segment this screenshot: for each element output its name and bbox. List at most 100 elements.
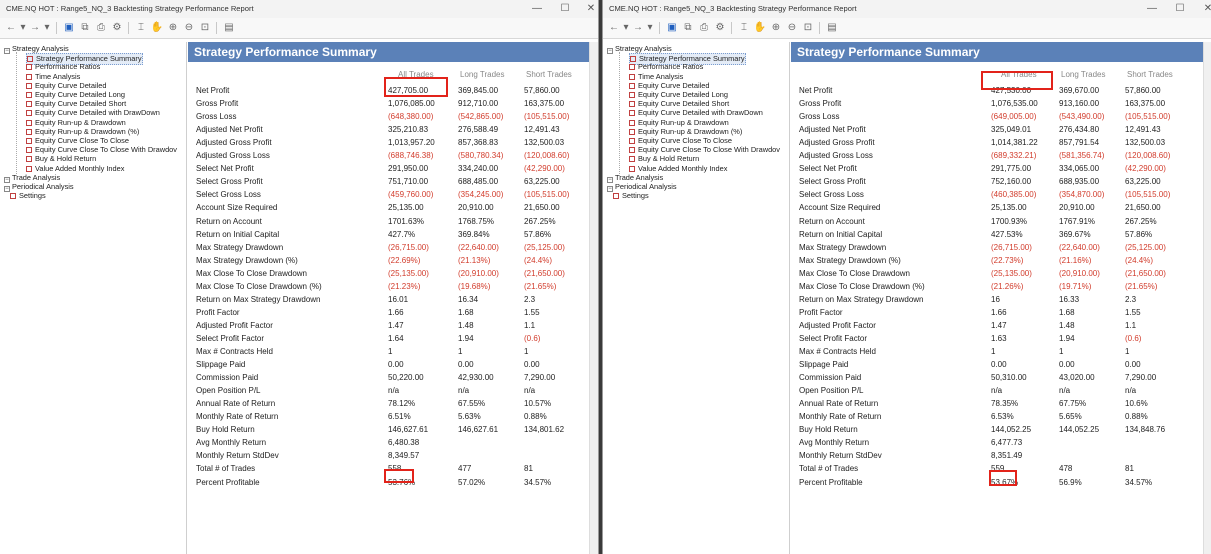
save-icon[interactable]: ▣ (665, 20, 679, 36)
cell-short: (105,515.00) (524, 112, 570, 122)
minimize-button[interactable]: — (1141, 2, 1163, 16)
cell-short: 12,491.43 (524, 125, 560, 135)
cell-all: 1.47 (388, 320, 404, 330)
net-profit-highlight (384, 77, 448, 97)
fit-icon[interactable]: ⊡ (198, 20, 212, 36)
cell-long: (20,910.00) (1059, 268, 1100, 278)
tree-item-label: Equity Run-up & Drawdown (35, 117, 126, 127)
print-icon[interactable]: ⎙ (697, 20, 711, 36)
hand-icon[interactable]: ✋ (150, 20, 164, 36)
row-label: Slippage Paid (196, 360, 246, 370)
cell-all: 1.47 (991, 320, 1007, 330)
cursor-icon[interactable]: ⌶ (737, 20, 751, 36)
cell-short: 0.00 (1125, 360, 1141, 370)
cell-long: 478 (1059, 464, 1073, 474)
row-label: Annual Rate of Return (799, 399, 879, 409)
dropdown-icon[interactable]: ▾ (40, 20, 54, 36)
tree-item[interactable]: Settings (613, 191, 649, 201)
cell-short: 2.3 (524, 294, 536, 304)
settings-icon[interactable]: ⚙ (110, 20, 124, 36)
cell-all: 25,135.00 (388, 203, 424, 213)
cell-long: 5.65% (1059, 412, 1082, 422)
report-icon (630, 56, 636, 63)
tree-item[interactable]: Settings (10, 191, 46, 201)
cell-all: 6.51% (388, 412, 411, 422)
tree-item-label: Strategy Analysis (12, 44, 69, 53)
table-row: Max Strategy Drawdown (26,715.00) (22,640.… (791, 241, 1204, 254)
cell-long: 1767.91% (1059, 216, 1096, 226)
chart-icon[interactable]: ▤ (825, 20, 839, 36)
summary-panel: Strategy Performance Summary All Trades … (791, 42, 1204, 554)
cell-short: 267.25% (524, 216, 556, 226)
fit-icon[interactable]: ⊡ (801, 20, 815, 36)
table-row: Open Position P/L n/a n/a n/a (188, 384, 590, 397)
report-icon (629, 156, 635, 163)
cell-short: 0.88% (1125, 412, 1148, 422)
cell-short: 57.86% (524, 229, 552, 239)
row-label: Adjusted Gross Loss (196, 151, 270, 161)
expand-icon[interactable]: − (4, 48, 10, 54)
tree-item-label: Time Analysis (35, 71, 81, 81)
cell-long: 67.75% (1059, 399, 1087, 409)
tree-item-label: Equity Curve Detailed with DrawDown (35, 108, 160, 118)
row-label: Annual Rate of Return (196, 399, 276, 409)
cell-all: n/a (991, 386, 1003, 396)
expand-icon[interactable]: − (607, 48, 613, 54)
cell-all: (26,715.00) (991, 242, 1032, 252)
table-row: Max # Contracts Held 1 1 1 (791, 345, 1204, 358)
cell-long: 16.33 (1059, 294, 1080, 304)
settings-icon[interactable]: ⚙ (713, 20, 727, 36)
cell-long: 0.00 (458, 360, 474, 370)
cell-short: 21,650.00 (524, 203, 560, 213)
tree-item-label: Settings (622, 191, 649, 201)
cell-long: 1.68 (458, 307, 474, 317)
zoom-in-icon[interactable]: ⊕ (769, 20, 783, 36)
zoom-out-icon[interactable]: ⊖ (785, 20, 799, 36)
dropdown-icon[interactable]: ▾ (643, 20, 657, 36)
cursor-icon[interactable]: ⌶ (134, 20, 148, 36)
save-icon[interactable]: ▣ (62, 20, 76, 36)
table-row: Select Gross Profit 751,710.00 688,485.00 6… (188, 175, 590, 188)
report-icon (629, 101, 635, 108)
chart-icon[interactable]: ▤ (222, 20, 236, 36)
row-label: Gross Loss (799, 112, 840, 122)
cell-long: 1.48 (1059, 320, 1075, 330)
zoom-out-icon[interactable]: ⊖ (182, 20, 196, 36)
cell-long: (354,245.00) (458, 190, 504, 200)
cell-long: 369,670.00 (1059, 86, 1100, 95)
cell-all: 1701.63% (388, 216, 425, 226)
vertical-scrollbar[interactable] (1203, 42, 1211, 554)
cell-long: 334,065.00 (1059, 164, 1100, 174)
print-icon[interactable]: ⎙ (94, 20, 108, 36)
table-row: Profit Factor 1.66 1.68 1.55 (188, 306, 590, 319)
tree-item-label: Equity Curve Detailed with DrawDown (638, 108, 763, 118)
maximize-button[interactable]: ☐ (554, 2, 576, 16)
cell-short: (24.4%) (1125, 255, 1154, 265)
title-bar[interactable]: CME.NQ HOT : Range5_NQ_3 Backtesting Str… (0, 0, 598, 18)
cell-all: 427.53% (991, 229, 1023, 239)
title-bar[interactable]: CME.NQ HOT : Range5_NQ_3 Backtesting Str… (603, 0, 1211, 18)
tree-item-label: Buy & Hold Return (35, 154, 97, 164)
maximize-button[interactable]: ☐ (1169, 2, 1191, 16)
tree-item-label: Equity Run-up & Drawdown (638, 117, 729, 127)
vertical-scrollbar[interactable] (589, 42, 598, 554)
cell-long: 5.63% (458, 412, 481, 422)
close-button[interactable]: ✕ (1197, 2, 1211, 16)
cell-all: (649,005.00) (991, 112, 1037, 122)
zoom-in-icon[interactable]: ⊕ (166, 20, 180, 36)
copy-icon[interactable]: ⧉ (78, 20, 92, 36)
cell-long: 369.67% (1059, 229, 1091, 239)
cell-short: 134,848.76 (1125, 425, 1166, 435)
cell-short: (105,515.00) (1125, 112, 1171, 122)
cell-long: 16.34 (458, 294, 479, 304)
cell-short: 10.6% (1125, 399, 1148, 409)
table-row: Gross Loss (649,005.00) (543,490.00) (105,5… (791, 110, 1204, 123)
table-row: Gross Profit 1,076,535.00 913,160.00 163,37… (791, 97, 1204, 110)
cell-short: (42,290.00) (524, 164, 565, 174)
row-label: Gross Profit (799, 99, 842, 109)
minimize-button[interactable]: — (526, 2, 548, 16)
tree-item-label: Equity Curve Close To Close (35, 136, 129, 145)
hand-icon[interactable]: ✋ (753, 20, 767, 36)
close-button[interactable]: ✕ (580, 2, 598, 16)
copy-icon[interactable]: ⧉ (681, 20, 695, 36)
